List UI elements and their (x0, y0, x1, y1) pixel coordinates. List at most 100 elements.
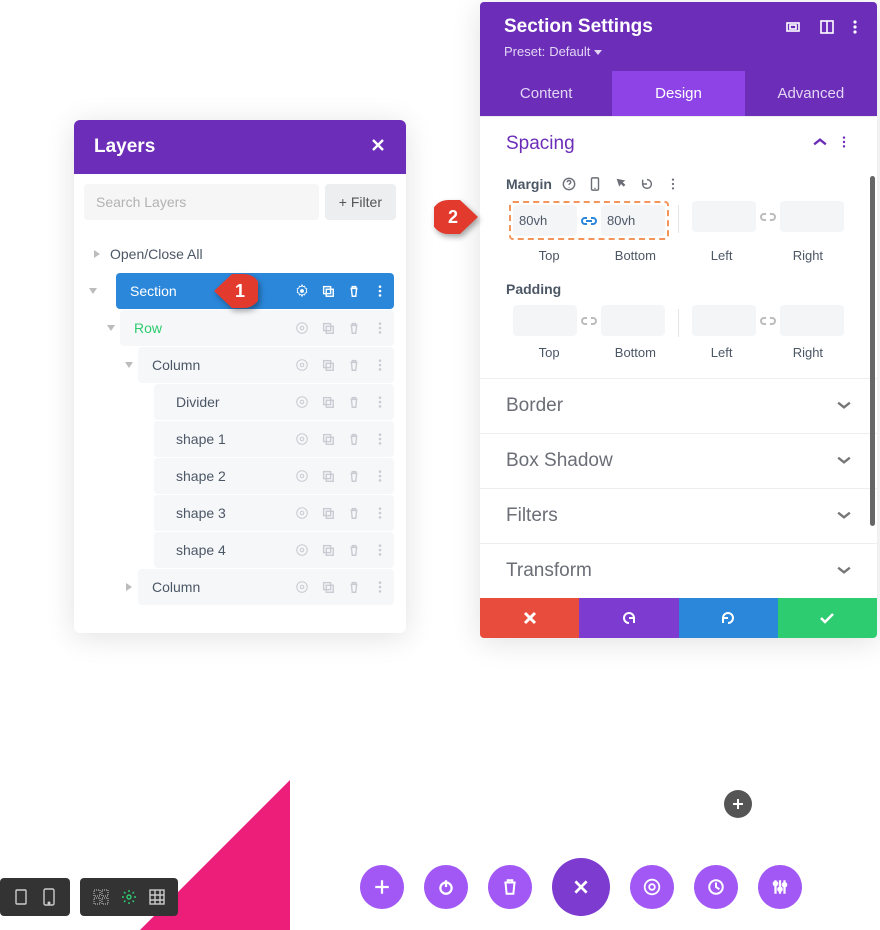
filter-button[interactable]: + Filter (325, 184, 396, 220)
duplicate-icon[interactable] (316, 427, 340, 451)
margin-right-input[interactable] (780, 201, 844, 232)
unlink-icon[interactable] (760, 315, 776, 327)
trash-icon[interactable] (342, 464, 366, 488)
hover-icon[interactable] (612, 175, 630, 193)
more-icon[interactable] (837, 135, 851, 154)
layer-module[interactable]: shape 2 (154, 458, 394, 494)
trash-icon[interactable] (342, 353, 366, 377)
gear-icon[interactable] (290, 427, 314, 451)
layer-module[interactable]: Divider (154, 384, 394, 420)
trash-icon[interactable] (342, 538, 366, 562)
layer-module[interactable]: shape 4 (154, 532, 394, 568)
snap-icon[interactable] (819, 19, 835, 35)
phone-icon[interactable] (38, 886, 60, 908)
layer-row[interactable]: Row (120, 310, 394, 346)
cancel-button[interactable] (480, 598, 579, 638)
chevron-down-icon[interactable] (84, 287, 102, 295)
gear-icon[interactable] (290, 575, 314, 599)
layer-module[interactable]: shape 1 (154, 421, 394, 457)
search-input[interactable] (84, 184, 319, 220)
history-button[interactable] (694, 865, 738, 909)
spacing-section-head[interactable]: Spacing (480, 117, 877, 171)
padding-top-input[interactable] (513, 305, 577, 336)
margin-top-input[interactable] (513, 205, 577, 236)
reset-icon[interactable] (638, 175, 656, 193)
save-button[interactable] (778, 598, 877, 638)
filters-section-head[interactable]: Filters (480, 489, 877, 543)
click-icon[interactable] (118, 886, 140, 908)
padding-bottom-input[interactable] (601, 305, 665, 336)
more-icon[interactable] (368, 353, 392, 377)
padding-right-input[interactable] (780, 305, 844, 336)
gear-icon[interactable] (290, 538, 314, 562)
trash-icon[interactable] (342, 316, 366, 340)
more-icon[interactable] (368, 427, 392, 451)
duplicate-icon[interactable] (316, 575, 340, 599)
tab-advanced[interactable]: Advanced (745, 71, 877, 116)
gear-icon[interactable] (290, 279, 314, 303)
duplicate-icon[interactable] (316, 464, 340, 488)
close-icon[interactable] (370, 137, 386, 158)
transform-section-head[interactable]: Transform (480, 544, 877, 598)
chevron-right-icon[interactable] (120, 583, 138, 591)
duplicate-icon[interactable] (316, 353, 340, 377)
trash-button[interactable] (488, 865, 532, 909)
scrollbar[interactable] (870, 176, 875, 526)
link-icon[interactable] (581, 215, 597, 227)
close-builder-button[interactable] (552, 858, 610, 916)
unlink-icon[interactable] (581, 315, 597, 327)
preset-selector[interactable]: Preset: Default (504, 44, 602, 59)
help-icon[interactable] (560, 175, 578, 193)
trash-icon[interactable] (342, 390, 366, 414)
more-icon[interactable] (368, 501, 392, 525)
tab-content[interactable]: Content (480, 71, 612, 116)
more-icon[interactable] (368, 575, 392, 599)
box-shadow-section-head[interactable]: Box Shadow (480, 434, 877, 488)
tablet-icon[interactable] (10, 886, 32, 908)
more-icon[interactable] (368, 390, 392, 414)
expand-icon[interactable] (785, 19, 801, 35)
chevron-right-icon[interactable] (88, 250, 106, 258)
trash-icon[interactable] (342, 501, 366, 525)
more-icon[interactable] (368, 316, 392, 340)
open-close-all-row[interactable]: Open/Close All (86, 236, 394, 272)
more-icon[interactable] (368, 464, 392, 488)
border-section-head[interactable]: Border (480, 379, 877, 433)
wireframe-icon[interactable] (90, 886, 112, 908)
add-section-button[interactable] (724, 790, 752, 818)
padding-left-input[interactable] (692, 305, 756, 336)
power-button[interactable] (424, 865, 468, 909)
more-icon[interactable] (368, 279, 392, 303)
margin-bottom-input[interactable] (601, 205, 665, 236)
unlink-icon[interactable] (760, 211, 776, 223)
chevron-up-icon[interactable] (813, 135, 827, 154)
chevron-down-icon[interactable] (120, 361, 138, 369)
duplicate-icon[interactable] (316, 316, 340, 340)
redo-button[interactable] (679, 598, 778, 638)
more-icon[interactable] (664, 175, 682, 193)
tab-design[interactable]: Design (612, 71, 744, 116)
phone-icon[interactable] (586, 175, 604, 193)
duplicate-icon[interactable] (316, 279, 340, 303)
gear-icon[interactable] (290, 353, 314, 377)
undo-button[interactable] (579, 598, 678, 638)
gear-icon[interactable] (290, 316, 314, 340)
more-icon[interactable] (853, 19, 857, 35)
duplicate-icon[interactable] (316, 538, 340, 562)
gear-icon[interactable] (290, 464, 314, 488)
add-button[interactable] (360, 865, 404, 909)
trash-icon[interactable] (342, 575, 366, 599)
trash-icon[interactable] (342, 279, 366, 303)
gear-icon[interactable] (290, 390, 314, 414)
margin-left-input[interactable] (692, 201, 756, 232)
layer-column[interactable]: Column (138, 569, 394, 605)
duplicate-icon[interactable] (316, 501, 340, 525)
layer-column[interactable]: Column (138, 347, 394, 383)
grid-icon[interactable] (146, 886, 168, 908)
gear-icon[interactable] (290, 501, 314, 525)
duplicate-icon[interactable] (316, 390, 340, 414)
settings-button[interactable] (630, 865, 674, 909)
chevron-down-icon[interactable] (102, 324, 120, 332)
sliders-button[interactable] (758, 865, 802, 909)
trash-icon[interactable] (342, 427, 366, 451)
